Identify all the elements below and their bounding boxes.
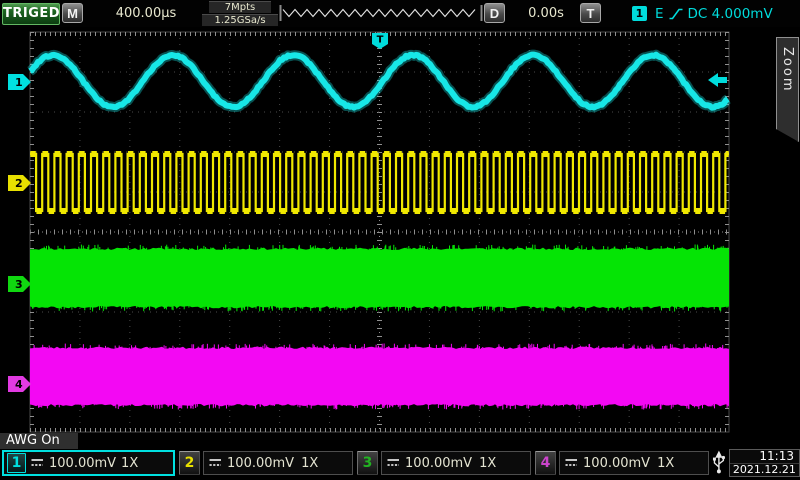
waveform-display[interactable]: 1 2 3 4 T xyxy=(0,27,800,434)
trigger-source-badge: 1 xyxy=(632,6,647,21)
trigger-status-badge: TRIGED xyxy=(2,3,60,25)
rising-edge-icon xyxy=(669,7,683,21)
timebase-value: 400.00μs xyxy=(100,0,192,27)
trigger-coupling-level: DC 4.000mV xyxy=(688,6,773,22)
channel-status-bar: 1 100.00mV 1X 2 100.00mV 1X xyxy=(0,449,800,477)
channel-2-scale: 100.00mV xyxy=(227,456,294,471)
date-value: 2021.12.21 xyxy=(730,463,799,476)
channel-3-probe: 1X xyxy=(479,456,496,471)
dc-coupling-icon xyxy=(31,458,44,468)
memory-depth: 7Mpts xyxy=(209,1,271,13)
channel-3-scale: 100.00mV xyxy=(405,456,472,471)
zoom-tab[interactable]: Zoom xyxy=(776,37,799,142)
channel-2-status[interactable]: 2 100.00mV 1X xyxy=(179,451,353,475)
memory-window-indicator xyxy=(279,0,483,27)
awg-status-tab[interactable]: AWG On xyxy=(0,433,78,449)
channel-3-status[interactable]: 3 100.00mV 1X xyxy=(357,451,531,475)
horizontal-position-value: 0.00s xyxy=(512,0,580,27)
clock: 11:13 2021.12.21 xyxy=(729,449,800,477)
usb-icon xyxy=(711,450,727,476)
oscilloscope-screen: TRIGED M 400.00μs 7Mpts 1.25GSa/s D 0.00… xyxy=(0,0,800,480)
svg-text:T: T xyxy=(377,35,384,46)
channel-1-status[interactable]: 1 100.00mV 1X xyxy=(2,450,175,476)
svg-text:3: 3 xyxy=(15,278,23,291)
zoom-tab-label: Zoom xyxy=(780,37,795,142)
trigger-type: E xyxy=(655,6,664,22)
channel-2-badge: 2 xyxy=(179,451,200,475)
sample-rate: 1.25GSa/s xyxy=(202,14,278,26)
svg-text:1: 1 xyxy=(15,76,23,89)
svg-text:4: 4 xyxy=(15,378,23,391)
channel-1-probe: 1X xyxy=(121,456,138,471)
dc-coupling-icon xyxy=(209,458,222,468)
channel-4-badge: 4 xyxy=(535,451,556,475)
channel-2-probe: 1X xyxy=(301,456,318,471)
horizontal-menu-button[interactable]: M xyxy=(62,3,83,23)
channel-4-probe: 1X xyxy=(657,456,674,471)
acquisition-info: 7Mpts 1.25GSa/s xyxy=(202,1,278,26)
dc-coupling-icon xyxy=(387,458,400,468)
channel-4-scale: 100.00mV xyxy=(583,456,650,471)
svg-text:2: 2 xyxy=(15,177,23,190)
top-bar: TRIGED M 400.00μs 7Mpts 1.25GSa/s D 0.00… xyxy=(0,0,800,27)
trigger-menu-button[interactable]: T xyxy=(580,3,601,23)
channel-4-status[interactable]: 4 100.00mV 1X xyxy=(535,451,709,475)
time-value: 11:13 xyxy=(730,450,799,463)
channel-1-badge: 1 xyxy=(7,453,26,473)
channel-3-badge: 3 xyxy=(357,451,378,475)
dc-coupling-icon xyxy=(565,458,578,468)
trigger-settings: E DC 4.000mV xyxy=(655,0,773,27)
channel-1-scale: 100.00mV xyxy=(49,456,116,471)
delay-button[interactable]: D xyxy=(484,3,505,23)
